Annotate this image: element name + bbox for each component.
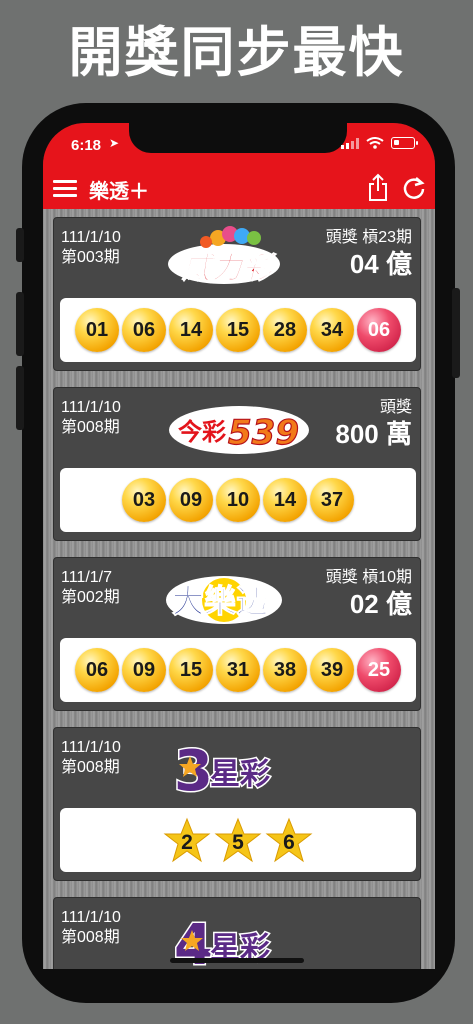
star-number: 6 xyxy=(265,817,313,863)
number-ball: 31 xyxy=(216,648,260,692)
wifi-icon xyxy=(366,137,384,149)
lottery-card-3star[interactable]: 111/1/10 第008期 3 星彩 2 5 xyxy=(53,727,421,881)
refresh-icon[interactable] xyxy=(401,175,427,201)
star-number-value: 2 xyxy=(181,831,193,854)
lottery-results-list: 111/1/10 第003期 威力彩 頭獎 槓23期 04 億 01 06 14… xyxy=(43,209,435,969)
home-indicator[interactable] xyxy=(170,958,304,963)
lottery-card-powerball[interactable]: 111/1/10 第003期 威力彩 頭獎 槓23期 04 億 01 06 14… xyxy=(53,217,421,371)
number-ball: 38 xyxy=(263,648,307,692)
status-bar: 6:18 ➤ xyxy=(43,123,435,167)
powerball-logo-text: 威力彩 xyxy=(181,251,277,286)
app-title: 樂透＋ xyxy=(89,179,149,203)
draw-date: 111/1/10 xyxy=(61,739,121,756)
lottery-card-lotto649[interactable]: 111/1/7 第002期 大樂透 頭獎 槓10期 02 億 06 09 15 … xyxy=(53,557,421,711)
draw-period: 第008期 xyxy=(61,759,120,776)
number-ball: 34 xyxy=(310,308,354,352)
star-number: 2 xyxy=(163,817,211,863)
daily539-logo-number: 539 xyxy=(228,413,299,453)
star-number-value: 5 xyxy=(232,831,244,854)
draw-date: 111/1/10 xyxy=(61,399,121,416)
number-ball: 37 xyxy=(310,478,354,522)
daily539-logo-text: 今彩 xyxy=(178,418,226,446)
daily539-logo: 今彩 539 xyxy=(164,394,314,454)
number-ball: 39 xyxy=(310,648,354,692)
status-time: 6:18 xyxy=(71,137,102,154)
lottery-card-daily539[interactable]: 111/1/10 第008期 今彩 539 頭獎 800 萬 03 09 10 … xyxy=(53,387,421,541)
battery-icon xyxy=(391,137,418,149)
cellular-signal-icon xyxy=(341,137,359,149)
jackpot-label: 頭獎 槓23期 xyxy=(325,229,412,246)
phone-volume-down-button xyxy=(16,366,24,430)
phone-power-button xyxy=(452,288,460,378)
number-ball: 06 xyxy=(122,308,166,352)
star-number-value: 6 xyxy=(283,831,295,854)
3star-logo-text: 星彩 xyxy=(210,757,270,792)
number-ball: 28 xyxy=(263,308,307,352)
number-ball: 15 xyxy=(216,308,260,352)
3star-logo: 3 星彩 xyxy=(164,734,314,806)
jackpot-label: 頭獎 槓10期 xyxy=(325,569,412,586)
number-ball: 01 xyxy=(75,308,119,352)
phone-notch xyxy=(129,123,347,153)
draw-period: 第008期 xyxy=(61,929,120,946)
winning-numbers: 03 09 10 14 37 xyxy=(60,468,416,532)
jackpot-amount: 04 億 xyxy=(349,249,412,279)
special-number-ball: 25 xyxy=(357,648,401,692)
hamburger-menu-icon[interactable] xyxy=(53,177,77,199)
winning-numbers: 01 06 14 15 28 34 06 xyxy=(60,298,416,362)
number-ball: 09 xyxy=(122,648,166,692)
phone-side-button xyxy=(16,228,24,262)
location-arrow-icon: ➤ xyxy=(109,136,120,150)
star-number: 5 xyxy=(214,817,262,863)
jackpot-amount: 800 萬 xyxy=(335,419,412,449)
powerball-logo: 威力彩 xyxy=(164,224,314,287)
draw-date: 111/1/10 xyxy=(61,229,121,246)
number-ball: 09 xyxy=(169,478,213,522)
share-icon[interactable] xyxy=(367,173,389,203)
4star-logo: 4 星彩 xyxy=(164,904,314,970)
number-ball: 06 xyxy=(75,648,119,692)
jackpot-label: 頭獎 xyxy=(379,399,412,416)
draw-period: 第002期 xyxy=(61,589,120,606)
winning-numbers: 2 5 6 xyxy=(60,808,416,872)
number-ball: 15 xyxy=(169,648,213,692)
jackpot-amount: 02 億 xyxy=(349,589,412,619)
number-ball: 10 xyxy=(216,478,260,522)
app-navbar: 樂透＋ xyxy=(43,167,435,209)
draw-period: 第003期 xyxy=(61,249,120,266)
status-indicators xyxy=(341,137,418,149)
draw-date: 111/1/7 xyxy=(61,569,113,586)
number-ball: 14 xyxy=(263,478,307,522)
number-ball: 14 xyxy=(169,308,213,352)
number-ball: 03 xyxy=(122,478,166,522)
special-number-ball: 06 xyxy=(357,308,401,352)
draw-date: 111/1/10 xyxy=(61,909,121,926)
promo-headline: 開獎同步最快 xyxy=(68,21,405,84)
draw-period: 第008期 xyxy=(61,419,120,436)
winning-numbers: 06 09 15 31 38 39 25 xyxy=(60,638,416,702)
lotto649-logo-text: 大樂透 xyxy=(172,582,268,620)
app-screen: 6:18 ➤ 樂透＋ 111/1/10 第003期 威力彩 頭獎 槓23期 04… xyxy=(43,123,435,969)
phone-volume-up-button xyxy=(16,292,24,356)
lotto649-logo: 大樂透 xyxy=(164,564,314,624)
